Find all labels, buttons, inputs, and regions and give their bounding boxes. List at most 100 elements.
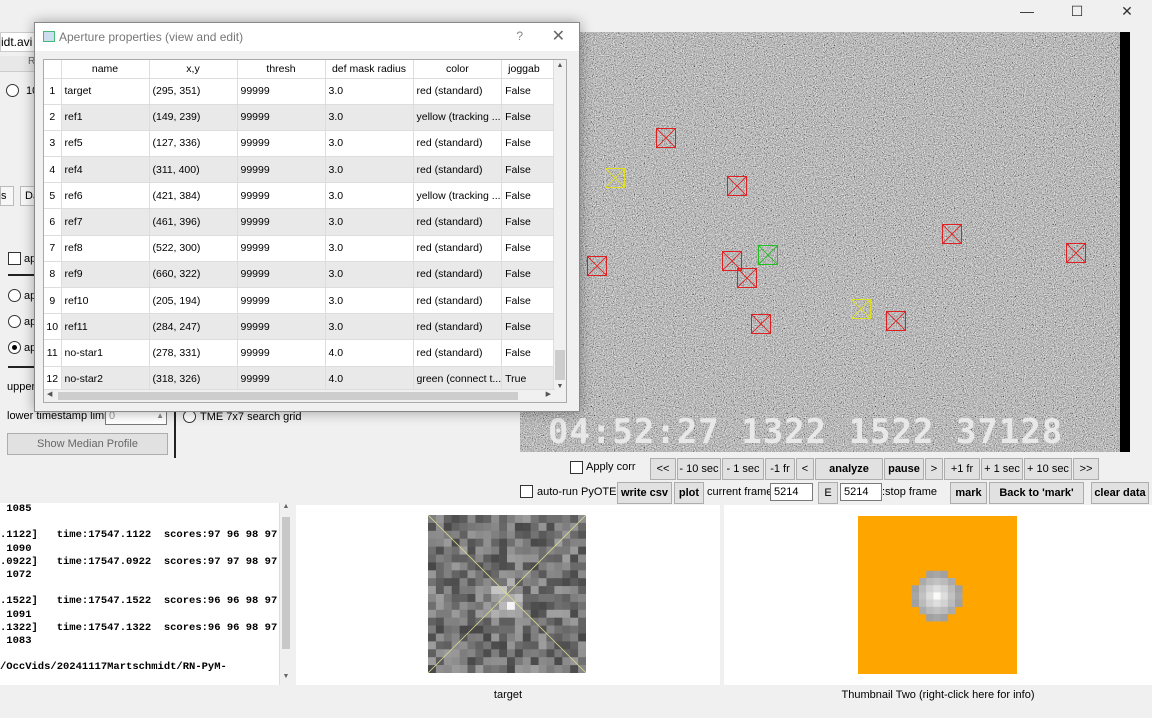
row-number[interactable]: 7	[44, 235, 62, 262]
table-cell[interactable]: 99999	[237, 235, 326, 262]
auto-run-pyote-checkbox[interactable]	[520, 485, 533, 498]
table-cell[interactable]: False	[501, 130, 559, 158]
table-cell[interactable]: (522, 300)	[149, 235, 238, 262]
column-header-xy[interactable]: x,y	[149, 60, 238, 79]
tab-partial-1[interactable]: s	[0, 186, 14, 206]
table-cell[interactable]: 3.0	[325, 208, 414, 236]
row-number[interactable]: 6	[44, 208, 62, 236]
table-row[interactable]: 11 no-star1 (278, 331) 99999 4.0 red (standar…	[44, 339, 559, 367]
mark-button[interactable]: mark	[950, 482, 987, 504]
thumbnail-two-caption[interactable]: Thumbnail Two (right-click here for info…	[724, 689, 1152, 701]
column-header-def-mask-radius[interactable]: def mask radius	[325, 60, 414, 79]
table-cell[interactable]: 99999	[237, 261, 326, 289]
table-cell[interactable]: ref1	[61, 104, 150, 131]
table-cell[interactable]: 3.0	[325, 313, 414, 341]
table-cell[interactable]: ref9	[61, 261, 150, 289]
clear-data-button[interactable]: clear data	[1091, 482, 1149, 504]
table-cell[interactable]: 3.0	[325, 130, 414, 158]
table-cell[interactable]: 3.0	[325, 156, 414, 184]
row-number[interactable]: 2	[44, 104, 62, 131]
table-cell[interactable]: red (standard)	[413, 130, 503, 158]
table-cell[interactable]: False	[501, 261, 559, 289]
back-10-sec-button[interactable]: - 10 sec	[677, 458, 721, 480]
close-icon[interactable]: ✕	[552, 26, 565, 46]
row-radio[interactable]	[6, 84, 19, 97]
column-header-color[interactable]: color	[413, 60, 503, 79]
table-cell[interactable]: (278, 331)	[149, 339, 238, 367]
row-number[interactable]: 10	[44, 313, 62, 341]
option-radio-3[interactable]	[8, 315, 21, 328]
table-cell[interactable]: 99999	[237, 313, 326, 341]
table-cell[interactable]: 3.0	[325, 261, 414, 289]
table-cell[interactable]: yellow (tracking ...	[413, 182, 503, 210]
table-row[interactable]: 10 ref11 (284, 247) 99999 3.0 red (standard) F…	[44, 313, 559, 341]
table-cell[interactable]: False	[501, 208, 559, 236]
jump-start-button[interactable]: <<	[650, 458, 676, 480]
forward-1-sec-button[interactable]: + 1 sec	[981, 458, 1023, 480]
jump-end-button[interactable]: >>	[1073, 458, 1099, 480]
table-cell[interactable]: (295, 351)	[149, 78, 238, 105]
table-cell[interactable]: red (standard)	[413, 208, 503, 236]
table-cell[interactable]: 99999	[237, 182, 326, 210]
row-number[interactable]: 3	[44, 130, 62, 158]
table-cell[interactable]: ref4	[61, 156, 150, 184]
video-frame[interactable]	[520, 32, 1130, 452]
aperture-marker[interactable]	[758, 245, 778, 265]
table-cell[interactable]: False	[501, 235, 559, 262]
plot-button[interactable]: plot	[674, 482, 704, 504]
close-icon[interactable]: ✕	[1102, 0, 1152, 24]
help-icon[interactable]: ?	[516, 29, 523, 43]
table-cell[interactable]: ref8	[61, 235, 150, 262]
table-cell[interactable]: False	[501, 287, 559, 315]
aperture-table[interactable]: name x,y thresh def mask radius color jo…	[43, 59, 567, 403]
aperture-marker[interactable]	[727, 176, 747, 196]
table-cell[interactable]: 99999	[237, 130, 326, 158]
pause-button[interactable]: pause	[884, 458, 924, 480]
back-to-mark-button[interactable]: Back to 'mark'	[989, 482, 1084, 504]
table-cell[interactable]: 3.0	[325, 182, 414, 210]
corner-header[interactable]	[44, 60, 62, 79]
option-radio-2[interactable]	[8, 289, 21, 302]
row-number[interactable]: 1	[44, 78, 62, 105]
table-cell[interactable]: red (standard)	[413, 339, 503, 367]
write-csv-button[interactable]: write csv	[617, 482, 672, 504]
maximize-icon[interactable]: ☐	[1052, 0, 1102, 24]
stop-frame-input[interactable]: 5214	[840, 483, 882, 501]
table-row[interactable]: 8 ref9 (660, 322) 99999 3.0 red (standard) Fal…	[44, 261, 559, 289]
aperture-marker[interactable]	[656, 128, 676, 148]
table-cell[interactable]: 99999	[237, 287, 326, 315]
table-cell[interactable]: 3.0	[325, 78, 414, 105]
table-horizontal-scrollbar[interactable]: ◀ ▶	[44, 389, 555, 402]
back-1-frame-button[interactable]: -1 fr	[765, 458, 795, 480]
aperture-marker[interactable]	[886, 311, 906, 331]
current-frame-input[interactable]: 5214	[770, 483, 813, 501]
aperture-marker[interactable]	[1066, 243, 1086, 263]
row-number[interactable]: 9	[44, 287, 62, 315]
forward-1-frame-button[interactable]: +1 fr	[944, 458, 980, 480]
row-number[interactable]: 4	[44, 156, 62, 184]
table-cell[interactable]: 99999	[237, 339, 326, 367]
table-row[interactable]: 9 ref10 (205, 194) 99999 3.0 red (standard) Fa…	[44, 287, 559, 315]
table-cell[interactable]: False	[501, 104, 559, 131]
log-scrollbar[interactable]: ▲ ▼	[279, 503, 292, 685]
table-vertical-scrollbar[interactable]: ▲ ▼	[553, 60, 566, 402]
table-cell[interactable]: False	[501, 182, 559, 210]
log-text-area[interactable]: 1085 .1122] time:17547.1122 scores:97 96…	[0, 503, 292, 685]
aperture-marker[interactable]	[751, 314, 771, 334]
table-row[interactable]: 6 ref7 (461, 396) 99999 3.0 red (standard) Fal…	[44, 208, 559, 236]
table-cell[interactable]: red (standard)	[413, 156, 503, 184]
table-cell[interactable]: (311, 400)	[149, 156, 238, 184]
table-cell[interactable]: 3.0	[325, 104, 414, 131]
forward-10-sec-button[interactable]: + 10 sec	[1024, 458, 1072, 480]
table-cell[interactable]: (127, 336)	[149, 130, 238, 158]
column-header-name[interactable]: name	[61, 60, 150, 79]
back-1-sec-button[interactable]: - 1 sec	[722, 458, 764, 480]
table-row[interactable]: 7 ref8 (522, 300) 99999 3.0 red (standard) Fal…	[44, 235, 559, 262]
table-row[interactable]: 2 ref1 (149, 239) 99999 3.0 yellow (tracking …	[44, 104, 559, 131]
table-cell[interactable]: yellow (tracking ...	[413, 104, 503, 131]
column-header-thresh[interactable]: thresh	[237, 60, 326, 79]
table-cell[interactable]: (421, 384)	[149, 182, 238, 210]
table-cell[interactable]: red (standard)	[413, 235, 503, 262]
table-cell[interactable]: red (standard)	[413, 78, 503, 105]
aperture-marker[interactable]	[587, 256, 607, 276]
